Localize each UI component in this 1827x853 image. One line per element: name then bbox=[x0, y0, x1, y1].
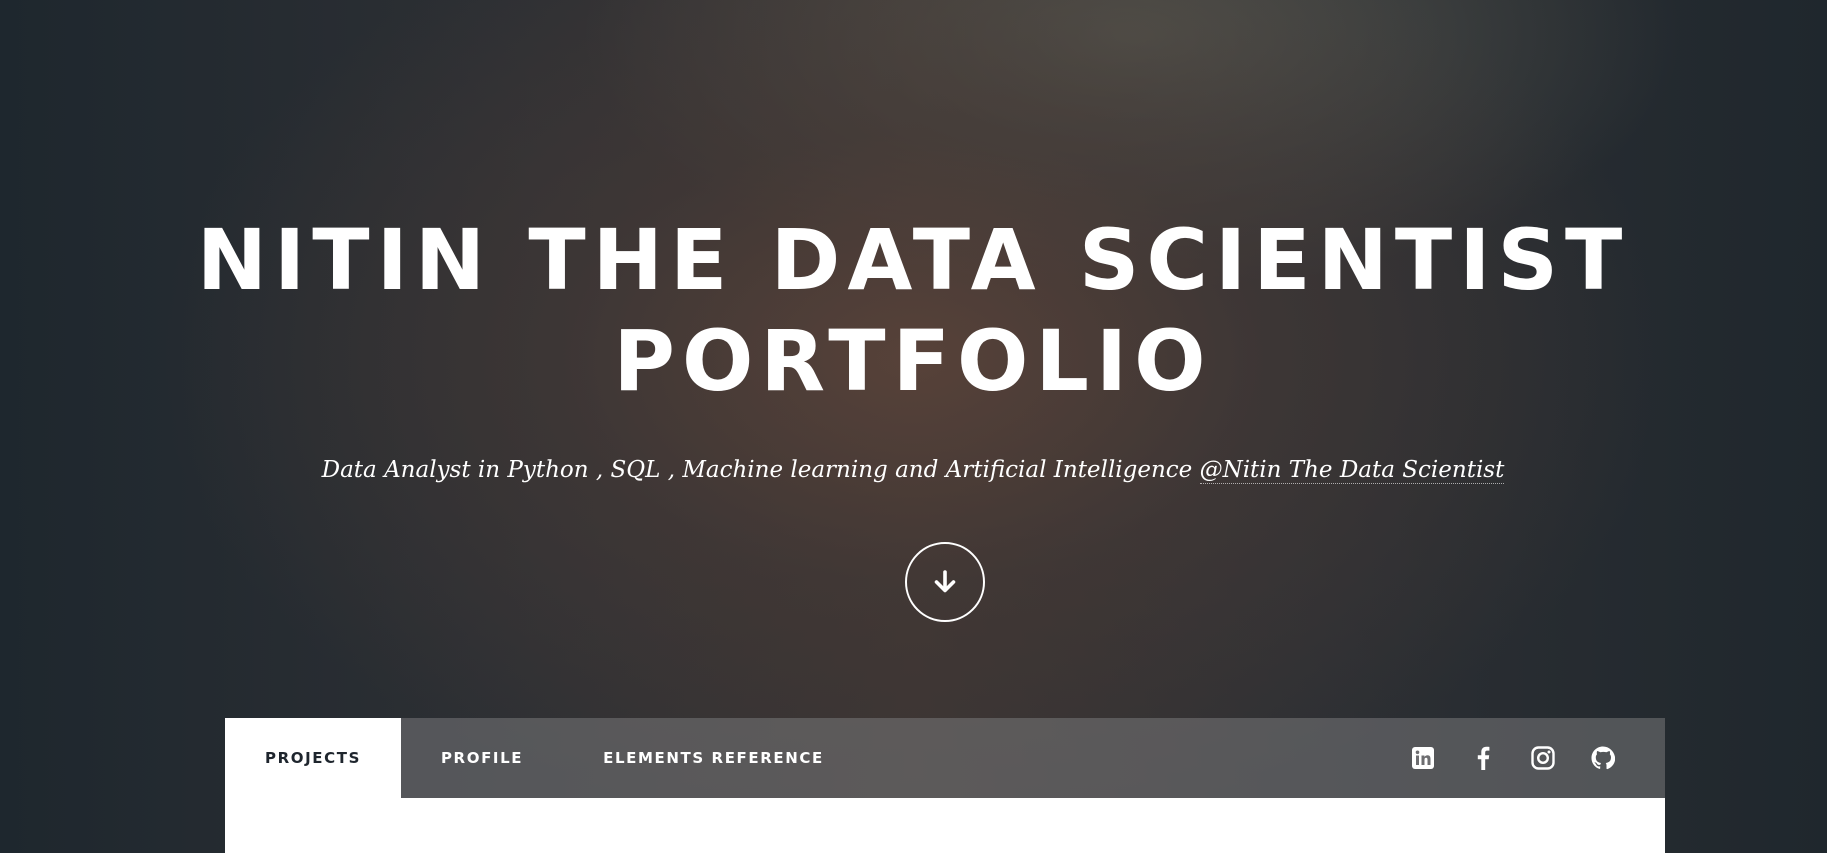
content-panel bbox=[225, 798, 1665, 853]
tab-projects[interactable]: PROJECTS bbox=[225, 718, 401, 798]
hero-section: NITIN THE DATA SCIENTIST PORTFOLIO Data … bbox=[0, 0, 1827, 718]
tab-elements-reference[interactable]: ELEMENTS REFERENCE bbox=[563, 718, 864, 798]
github-icon[interactable] bbox=[1591, 746, 1615, 770]
subtitle-link[interactable]: @Nitin The Data Scientist bbox=[1199, 457, 1505, 484]
hero-subtitle: Data Analyst in Python , SQL , Machine l… bbox=[113, 452, 1713, 488]
instagram-icon[interactable] bbox=[1531, 746, 1555, 770]
social-links bbox=[1411, 718, 1665, 798]
page-title: NITIN THE DATA SCIENTIST PORTFOLIO bbox=[113, 210, 1713, 412]
main-nav: PROJECTS PROFILE ELEMENTS REFERENCE bbox=[225, 718, 1665, 798]
title-line-1: NITIN THE DATA SCIENTIST bbox=[196, 211, 1630, 309]
arrow-down-icon bbox=[934, 570, 956, 593]
linkedin-icon[interactable] bbox=[1411, 746, 1435, 770]
subtitle-text: Data Analyst in Python , SQL , Machine l… bbox=[321, 457, 1200, 483]
title-line-2: PORTFOLIO bbox=[613, 312, 1213, 410]
scroll-down-button[interactable] bbox=[905, 542, 985, 622]
tab-profile[interactable]: PROFILE bbox=[401, 718, 563, 798]
facebook-icon[interactable] bbox=[1471, 746, 1495, 770]
